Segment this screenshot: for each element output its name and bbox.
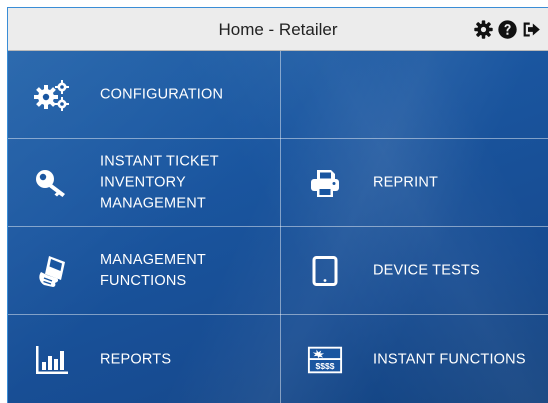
tile-instant-ticket-inventory[interactable]: INSTANT TICKET INVENTORY MANAGEMENT	[8, 139, 280, 226]
tile-label: REPRINT	[373, 174, 439, 190]
tile-empty	[281, 51, 548, 138]
tile-instant-functions[interactable]: $$$$ INSTANT FUNCTIONS	[281, 315, 548, 403]
tile-label: INSTANT TICKET INVENTORY MANAGEMENT	[100, 153, 219, 211]
header-bar: Home - Retailer	[8, 8, 548, 51]
bar-chart-icon	[34, 343, 70, 377]
help-icon[interactable]	[497, 19, 518, 40]
gears-icon	[34, 78, 70, 112]
tile-configuration[interactable]: CONFIGURATION	[8, 51, 280, 138]
tile-reports[interactable]: REPORTS	[8, 315, 280, 403]
tile-label: CONFIGURATION	[100, 86, 224, 102]
logout-icon[interactable]	[521, 19, 542, 40]
key-icon	[34, 166, 70, 200]
app-frame: Home - Retailer CONFIGURATION INSTANT TI…	[7, 7, 548, 403]
tile-label: MANAGEMENT FUNCTIONS	[100, 251, 206, 289]
ticket-icon: $$$$	[307, 343, 343, 377]
ticket-dollar-text: $$$$	[316, 361, 335, 371]
tile-label: INSTANT FUNCTIONS	[373, 351, 526, 367]
page-title: Home - Retailer	[218, 20, 338, 39]
menu-grid: CONFIGURATION INSTANT TICKET INVENTORY M…	[8, 51, 548, 403]
header-icons	[473, 18, 542, 40]
tile-management-functions[interactable]: MANAGEMENT FUNCTIONS	[8, 227, 280, 314]
tile-device-tests[interactable]: DEVICE TESTS	[281, 227, 548, 314]
tablet-icon	[307, 254, 343, 288]
tile-label: DEVICE TESTS	[373, 262, 480, 278]
tile-label: REPORTS	[100, 351, 172, 367]
hand-terminal-icon	[34, 254, 70, 288]
tile-reprint[interactable]: REPRINT	[281, 139, 548, 226]
printer-icon	[307, 166, 343, 200]
gear-icon[interactable]	[473, 19, 494, 40]
